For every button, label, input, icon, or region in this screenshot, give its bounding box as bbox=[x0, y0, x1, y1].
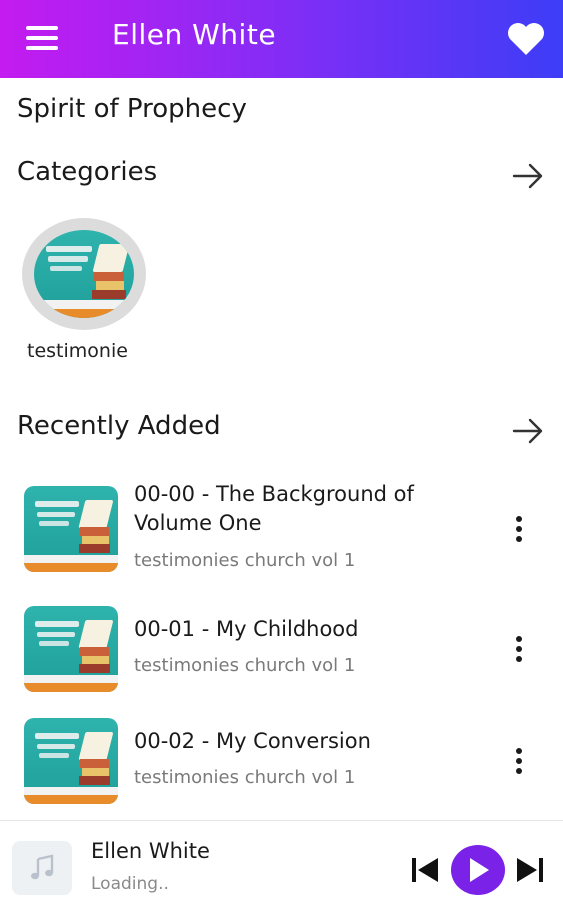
hamburger-menu-icon[interactable] bbox=[26, 26, 60, 52]
more-options-icon[interactable] bbox=[508, 636, 530, 666]
app-bar: Ellen White bbox=[0, 0, 563, 78]
list-item[interactable]: 00-01 - My Childhood testimonies church … bbox=[0, 594, 563, 706]
list-item[interactable]: 00-02 - My Conversion testimonies church… bbox=[0, 706, 563, 818]
recently-added-heading: Recently Added bbox=[17, 411, 221, 441]
music-note-icon bbox=[12, 841, 72, 895]
mini-player[interactable]: Ellen White Loading.. bbox=[0, 820, 563, 900]
category-tile[interactable]: testimonie bbox=[22, 218, 148, 368]
track-cover-image bbox=[24, 606, 118, 692]
track-title: 00-00 - The Background of Volume One bbox=[134, 482, 414, 535]
arrow-right-icon[interactable] bbox=[512, 417, 544, 445]
category-label: testimonie bbox=[27, 340, 128, 362]
track-cover-image bbox=[24, 718, 118, 804]
track-title: 00-01 - My Childhood bbox=[134, 617, 359, 641]
section-title: Spirit of Prophecy bbox=[17, 94, 247, 124]
track-cover-image bbox=[24, 486, 118, 572]
more-options-icon[interactable] bbox=[508, 748, 530, 778]
list-item[interactable]: 00-00 - The Background of Volume One tes… bbox=[0, 474, 563, 586]
skip-previous-icon[interactable] bbox=[408, 853, 442, 887]
category-cover-image bbox=[34, 230, 134, 318]
player-status: Loading.. bbox=[91, 874, 169, 894]
heart-icon[interactable] bbox=[506, 21, 546, 57]
more-options-icon[interactable] bbox=[508, 516, 530, 546]
player-title: Ellen White bbox=[91, 839, 210, 863]
app-title: Ellen White bbox=[112, 18, 277, 51]
category-ring bbox=[22, 218, 146, 330]
arrow-right-icon[interactable] bbox=[512, 162, 544, 190]
track-subtitle: testimonies church vol 1 bbox=[134, 655, 356, 676]
skip-next-icon[interactable] bbox=[513, 853, 547, 887]
track-subtitle: testimonies church vol 1 bbox=[134, 550, 356, 571]
play-icon[interactable] bbox=[451, 845, 505, 895]
track-subtitle: testimonies church vol 1 bbox=[134, 767, 356, 788]
categories-heading: Categories bbox=[17, 157, 158, 187]
track-title: 00-02 - My Conversion bbox=[134, 729, 371, 753]
